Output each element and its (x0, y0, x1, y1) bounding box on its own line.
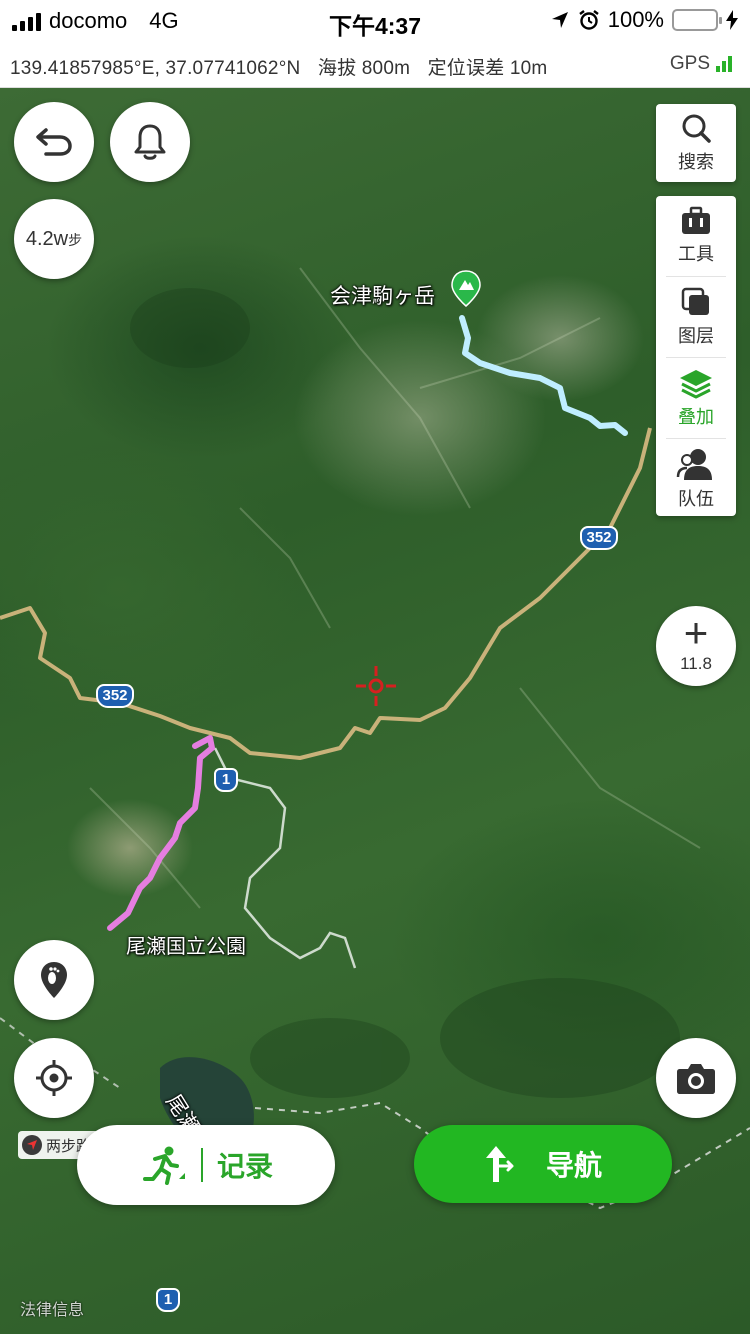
search-label: 搜索 (678, 152, 714, 172)
back-button[interactable] (14, 102, 94, 182)
team-label: 队伍 (678, 489, 714, 509)
route-shield-352: 352 (580, 526, 618, 550)
route-shield-1: 1 (214, 768, 238, 792)
navigate-arrow-icon (485, 1146, 514, 1182)
search-button[interactable]: 搜索 (656, 104, 736, 182)
legal-info-link[interactable]: 法律信息 (20, 1296, 84, 1320)
zoom-level: 11.8 (680, 654, 712, 673)
footprint-button[interactable] (14, 940, 94, 1020)
layers-icon (681, 287, 709, 315)
record-button[interactable]: 记录 (77, 1125, 335, 1205)
location-info-bar: 139.41857985°E, 37.07741062°N 海拔 800m 定位… (0, 42, 750, 88)
bell-icon (134, 124, 166, 160)
gps-target-icon (36, 1060, 72, 1096)
location-accuracy: 定位误差 10m (427, 58, 548, 79)
peak-label: 会津駒ヶ岳 (330, 285, 435, 308)
gps-signal-icon (716, 56, 732, 72)
search-icon (682, 114, 711, 143)
layers-button[interactable]: 图层 (656, 277, 736, 357)
gps-label: GPS (669, 53, 710, 74)
alarm-icon (578, 10, 599, 30)
altitude: 海拔 800m (317, 58, 411, 79)
tools-button[interactable]: 工具 (656, 196, 736, 276)
notification-button[interactable] (110, 102, 190, 182)
plus-icon: + (683, 609, 709, 656)
charging-icon (726, 10, 738, 30)
tools-label: 工具 (678, 244, 714, 264)
battery-percent: 100% (607, 7, 664, 32)
tool-panel: 工具 图层 叠加 队伍 (656, 196, 736, 516)
peak-marker-icon (451, 270, 481, 307)
team-button[interactable]: 队伍 (656, 439, 736, 519)
running-person-icon (142, 1146, 185, 1185)
stack-icon (680, 370, 712, 399)
location-arrow-icon (551, 12, 568, 28)
zoom-in-button[interactable]: + 11.8 (656, 606, 736, 686)
navigate-label: 导航 (545, 1150, 602, 1181)
coordinates: 139.41857985°E, 37.07741062°N (10, 58, 301, 79)
undo-icon (36, 128, 72, 156)
steps-unit: 步 (68, 231, 83, 248)
camera-icon (677, 1064, 715, 1094)
map-center-crosshair-icon (356, 666, 396, 706)
footprint-pin-icon (41, 962, 67, 998)
team-icon (676, 449, 712, 480)
route-shield-352: 352 (96, 684, 134, 708)
status-bar: docomo 4G 下午4:37 100% (0, 0, 750, 42)
navigate-button[interactable]: 导航 (414, 1125, 672, 1203)
overlay-label: 叠加 (678, 407, 714, 427)
battery-icon (672, 9, 722, 31)
layers-label: 图层 (678, 326, 714, 346)
record-label: 记录 (216, 1151, 273, 1182)
steps-value: 4.2w (25, 227, 69, 250)
compass-icon (22, 1135, 42, 1155)
overlay-button[interactable]: 叠加 (656, 358, 736, 438)
gps-status: GPS (670, 53, 732, 75)
toolbox-icon (682, 206, 710, 234)
camera-button[interactable] (656, 1038, 736, 1118)
route-shield-1: 1 (156, 1288, 180, 1312)
locate-me-button[interactable] (14, 1038, 94, 1118)
park-label: 尾瀬国立公園 (126, 936, 246, 958)
search-panel: 搜索 (656, 104, 736, 182)
steps-counter-button[interactable]: 4.2w步 (14, 199, 94, 279)
